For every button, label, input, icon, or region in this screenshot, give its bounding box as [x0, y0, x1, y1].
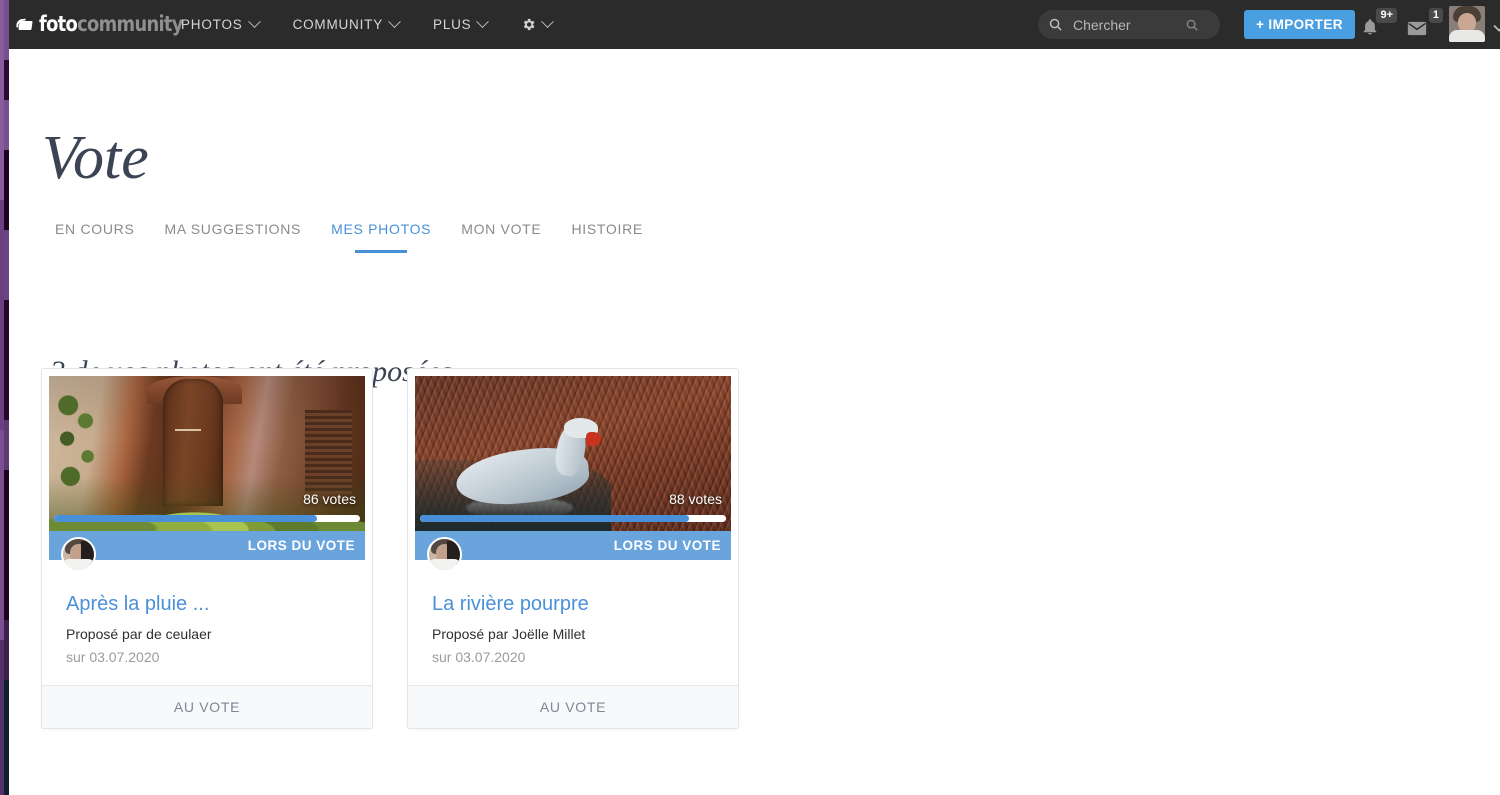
nav-item-photos-label: PHOTOS [181, 17, 243, 32]
photo-image-doorway [49, 376, 365, 531]
photo-card: 86 votes LORS DU VOTE Après la pluie ...… [41, 368, 373, 729]
photo-card-list: 86 votes LORS DU VOTE Après la pluie ...… [41, 368, 739, 729]
messages-button[interactable]: 1 [1407, 8, 1441, 38]
proposer-avatar[interactable] [61, 537, 96, 572]
camera-icon [16, 18, 34, 31]
status-badge: LORS DU VOTE [248, 538, 355, 553]
photo-card: 88 votes LORS DU VOTE La rivière pourpre… [407, 368, 739, 729]
logo-text: fotocommunity [39, 14, 183, 35]
background-window-edge-inner [0, 0, 4, 795]
site-header: fotocommunity PHOTOS COMMUNITY PLUS [9, 0, 1500, 49]
chevron-down-icon [388, 15, 401, 28]
photo-author: Proposé par de ceulaer [66, 626, 348, 642]
tab-mon-vote[interactable]: MON VOTE [446, 221, 556, 253]
search-input[interactable] [1071, 16, 1185, 34]
votes-progress-fill [54, 515, 317, 522]
background-window-edge [0, 0, 9, 795]
vote-button[interactable]: AU VOTE [42, 685, 372, 728]
nav-item-photos[interactable]: PHOTOS [164, 0, 276, 49]
tab-en-cours[interactable]: EN COURS [40, 221, 150, 253]
photo-title[interactable]: Après la pluie ... [66, 592, 348, 616]
votes-count: 86 votes [303, 491, 356, 507]
main-navigation: PHOTOS COMMUNITY PLUS [164, 0, 569, 49]
proposer-avatar[interactable] [427, 537, 462, 572]
votes-progress-bar [420, 515, 726, 522]
tab-mes-photos[interactable]: MES PHOTOS [316, 221, 446, 253]
gear-icon [521, 17, 536, 32]
search-box[interactable] [1038, 10, 1220, 39]
chevron-down-icon [477, 15, 490, 28]
votes-count: 88 votes [669, 491, 722, 507]
vote-button-label: AU VOTE [540, 699, 606, 715]
chevron-down-icon [248, 15, 261, 28]
search-icon [1048, 17, 1063, 32]
nav-item-community[interactable]: COMMUNITY [276, 0, 416, 49]
photo-image-swan [415, 376, 731, 531]
card-status-banner: LORS DU VOTE [415, 531, 731, 560]
nav-item-plus-label: PLUS [433, 17, 471, 32]
photo-date: sur 03.07.2020 [66, 649, 348, 665]
logo-text-foto: foto [39, 12, 77, 36]
nav-item-community-label: COMMUNITY [293, 17, 383, 32]
photo-author: Proposé par Joëlle Millet [432, 626, 714, 642]
page-title: Vote [42, 127, 149, 189]
card-photo[interactable]: 88 votes [415, 376, 731, 531]
card-body: Après la pluie ... Proposé par de ceulae… [42, 560, 372, 685]
votes-progress-bar [54, 515, 360, 522]
chevron-down-icon [542, 15, 555, 28]
vote-button-label: AU VOTE [174, 699, 240, 715]
notifications-button[interactable]: 9+ [1361, 8, 1395, 38]
status-badge: LORS DU VOTE [614, 538, 721, 553]
tab-ma-suggestions[interactable]: MA SUGGESTIONS [150, 221, 317, 253]
nav-item-settings[interactable] [504, 0, 569, 49]
card-status-banner: LORS DU VOTE [49, 531, 365, 560]
photo-title[interactable]: La rivière pourpre [432, 592, 714, 616]
messages-badge: 1 [1429, 8, 1443, 23]
avatar-shirt [1449, 30, 1485, 42]
import-button[interactable]: + IMPORTER [1244, 10, 1355, 39]
search-submit-icon[interactable] [1185, 18, 1199, 32]
page-tabs: EN COURS MA SUGGESTIONS MES PHOTOS MON V… [40, 221, 658, 253]
notifications-badge: 9+ [1376, 8, 1397, 23]
page-content: Vote EN COURS MA SUGGESTIONS MES PHOTOS … [9, 49, 1500, 795]
avatar[interactable] [1449, 6, 1485, 42]
chevron-down-icon [1493, 24, 1500, 32]
vote-button[interactable]: AU VOTE [408, 685, 738, 728]
nav-item-plus[interactable]: PLUS [416, 0, 504, 49]
votes-progress-fill [420, 515, 689, 522]
account-menu-button[interactable] [1493, 19, 1500, 37]
tab-histoire[interactable]: HISTOIRE [556, 221, 657, 253]
card-body: La rivière pourpre Proposé par Joëlle Mi… [408, 560, 738, 685]
card-photo[interactable]: 86 votes [49, 376, 365, 531]
photo-date: sur 03.07.2020 [432, 649, 714, 665]
